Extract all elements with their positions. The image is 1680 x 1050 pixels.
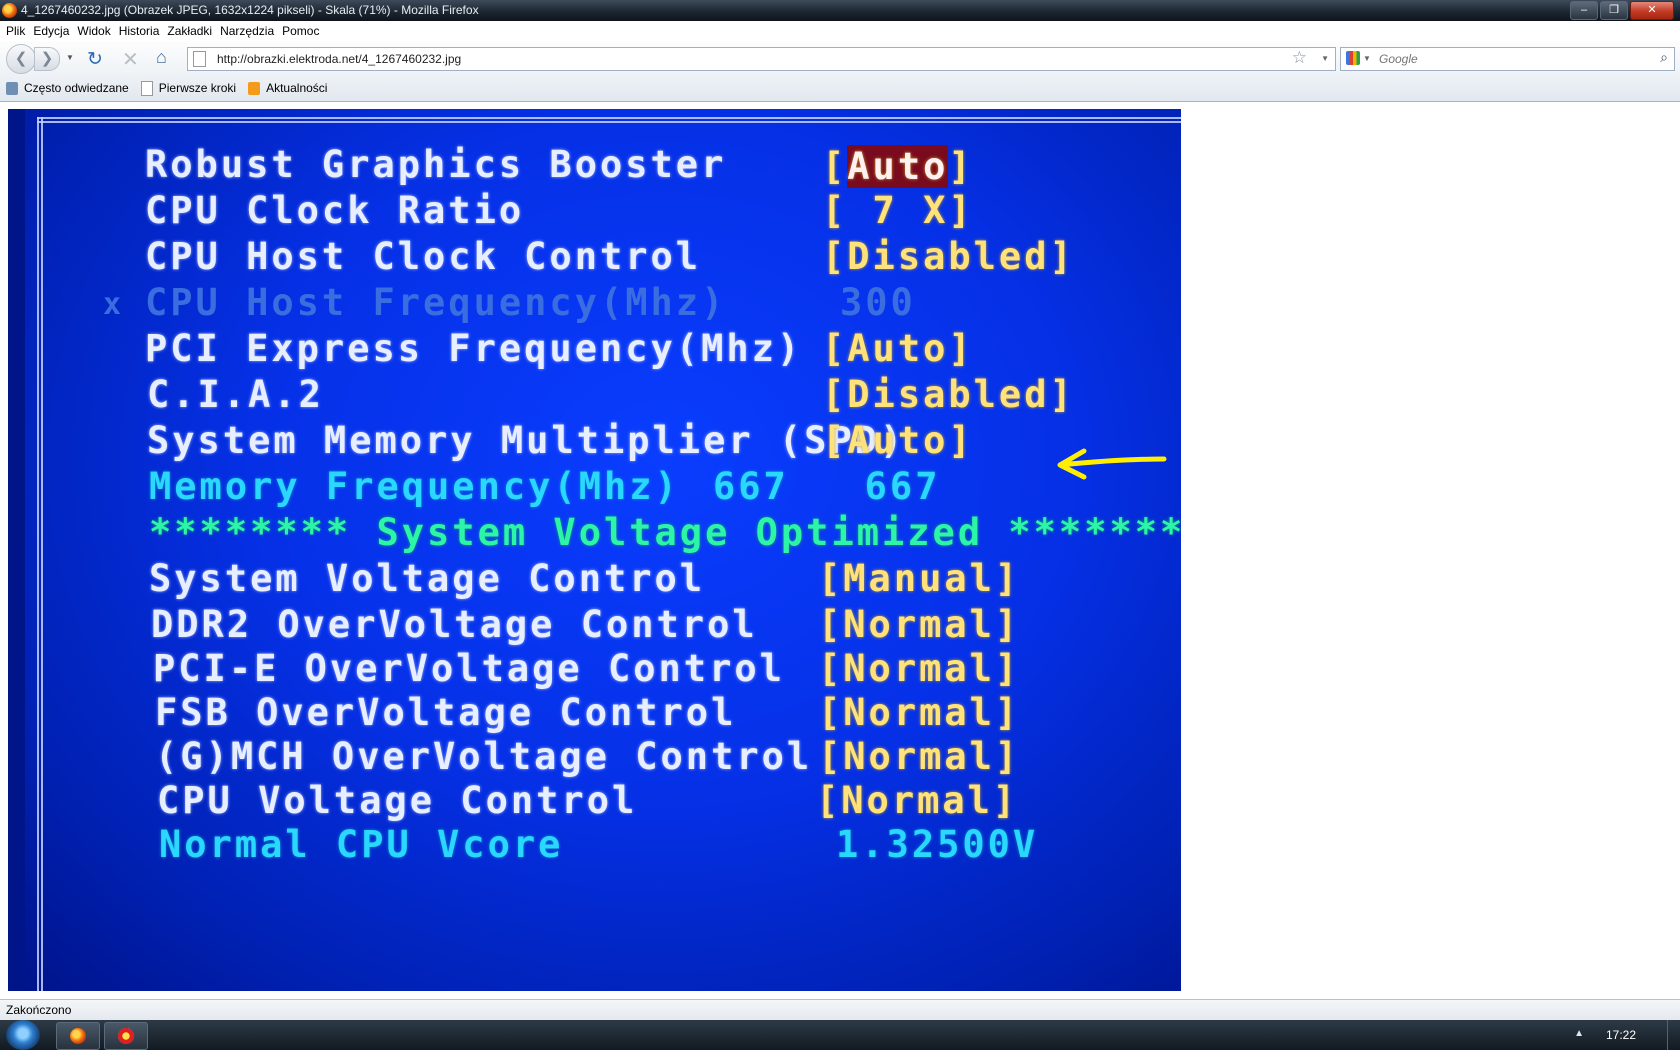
search-input[interactable] (1377, 50, 1651, 68)
bios-label: (G)MCH OverVoltage Control (155, 735, 813, 778)
arrow-left-icon: ❮ (14, 50, 28, 67)
google-icon[interactable] (1346, 51, 1360, 65)
reload-icon[interactable]: ↻ (87, 48, 103, 71)
bios-frame-left (37, 117, 43, 991)
bookmark-label: Aktualności (266, 81, 328, 95)
window-title: 4_1267460232.jpg (Obrazek JPEG, 1632x122… (21, 3, 479, 17)
bios-label-disabled: CPU Host Frequency(Mhz) (145, 281, 727, 324)
firefox-icon (70, 1028, 86, 1044)
back-button[interactable]: ❮ (6, 44, 36, 74)
bios-value: [Auto] (822, 145, 974, 188)
bracket-open: [ (822, 145, 848, 188)
search-engine-dropdown-icon[interactable]: ▼ (1363, 54, 1371, 63)
bios-label: DDR2 OverVoltage Control (151, 603, 758, 646)
bios-label: CPU Clock Ratio (145, 189, 525, 232)
menu-edycja[interactable]: Edycja (33, 24, 69, 38)
bios-value: [Normal] (818, 735, 1021, 778)
status-text: Zakończono (6, 1003, 72, 1017)
page-content: Robust Graphics Booster [Auto] CPU Clock… (0, 102, 1680, 999)
menu-bar: Plik Edycja Widok Historia Zakładki Narz… (0, 21, 1680, 41)
opera-icon (118, 1028, 134, 1044)
bios-value: [Normal] (816, 779, 1019, 822)
minimize-button[interactable]: – (1570, 1, 1598, 20)
url-text[interactable]: http://obrazki.elektroda.net/4_126746023… (217, 52, 461, 66)
menu-plik[interactable]: Plik (6, 24, 25, 38)
restore-button[interactable]: ❐ (1600, 1, 1628, 20)
bios-label: CPU Host Clock Control (145, 235, 702, 278)
bios-value-readonly: 667 667 (713, 465, 941, 508)
home-icon[interactable]: ⌂ (156, 47, 167, 68)
bookmark-label: Pierwsze kroki (158, 81, 237, 95)
bios-value: [Auto] (822, 327, 974, 370)
status-bar: Zakończono (0, 999, 1680, 1020)
url-dropdown-icon[interactable]: ▼ (1321, 54, 1329, 63)
bios-value: [Disabled] (822, 235, 1075, 278)
start-button[interactable] (6, 1020, 40, 1050)
bios-label: Robust Graphics Booster (145, 143, 727, 186)
bios-label: PCI Express Frequency(Mhz) (145, 327, 803, 370)
bios-value-disabled: 300 (840, 281, 916, 324)
bookmark-label: Często odwiedzane (24, 81, 129, 95)
menu-widok[interactable]: Widok (77, 24, 110, 38)
bios-label: PCI-E OverVoltage Control (153, 647, 785, 690)
bookmark-star-icon[interactable]: ☆ (1292, 48, 1307, 68)
bios-value: [ 7 X] (822, 189, 974, 232)
most-visited-icon (6, 81, 18, 95)
selected-value: Auto (847, 145, 949, 188)
menu-pomoc[interactable]: Pomoc (282, 24, 319, 38)
taskbar-firefox[interactable] (56, 1022, 100, 1050)
bios-value: [Normal] (818, 603, 1021, 646)
bios-frame-top (37, 117, 1181, 123)
search-icon[interactable]: ⌕ (1660, 49, 1668, 66)
rss-feed-icon (248, 81, 261, 95)
taskbar-clock[interactable]: 17:22 (1606, 1028, 1636, 1042)
bios-value: [Manual] (818, 557, 1021, 600)
close-button[interactable]: ✕ (1630, 1, 1674, 20)
tray-expand-icon[interactable]: ▲ (1574, 1028, 1584, 1039)
disabled-mark: x (103, 287, 125, 322)
window-title-bar: 4_1267460232.jpg (Obrazek JPEG, 1632x122… (0, 0, 1680, 21)
bios-screen: Robust Graphics Booster [Auto] CPU Clock… (25, 109, 1181, 991)
url-bar[interactable]: http://obrazki.elektroda.net/4_126746023… (187, 47, 1336, 71)
bookmarks-toolbar: Często odwiedzane Pierwsze kroki Aktualn… (0, 75, 1680, 102)
bios-value: [Normal] (818, 691, 1021, 734)
bios-label: CPU Voltage Control (157, 779, 638, 822)
bios-value-readonly: 1.32500V (836, 823, 1039, 866)
navigation-toolbar: ❮ ❯ ▼ ↻ ✕ ⌂ http://obrazki.elektroda.net… (0, 41, 1680, 75)
bios-label-readonly: Normal CPU Vcore (159, 823, 564, 866)
bios-value: [Disabled] (822, 373, 1075, 416)
history-dropdown-icon[interactable]: ▼ (66, 53, 74, 62)
bookmark-most-visited[interactable]: Często odwiedzane (6, 81, 129, 95)
stop-icon[interactable]: ✕ (122, 47, 139, 72)
bios-label: C.I.A.2 (147, 373, 324, 416)
bios-label: FSB OverVoltage Control (155, 691, 737, 734)
bios-label: System Voltage Control (149, 557, 706, 600)
highlight-arrow (1057, 448, 1167, 480)
displayed-image[interactable]: Robust Graphics Booster [Auto] CPU Clock… (8, 109, 1181, 991)
show-desktop-button[interactable] (1667, 1020, 1680, 1050)
bookmark-news[interactable]: Aktualności (248, 81, 327, 95)
arrow-right-icon: ❯ (40, 50, 54, 67)
bios-label: System Memory Multiplier (SPD) (147, 419, 906, 462)
firefox-icon[interactable] (2, 3, 17, 18)
page-icon (193, 51, 206, 67)
bios-value: [Auto] (822, 419, 974, 462)
bracket-close: ] (948, 145, 974, 188)
bios-section-header: ******** System Voltage Optimized ******… (149, 511, 1181, 554)
menu-zakladki[interactable]: Zakładki (167, 24, 212, 38)
taskbar: ▲ 17:22 (0, 1020, 1680, 1050)
search-bar[interactable]: ▼ ⌕ (1340, 47, 1675, 71)
page-icon (140, 80, 153, 96)
bookmark-getting-started[interactable]: Pierwsze kroki (140, 80, 237, 96)
bios-value: [Normal] (818, 647, 1021, 690)
bios-label-readonly: Memory Frequency(Mhz) (149, 465, 680, 508)
taskbar-opera[interactable] (104, 1022, 148, 1050)
menu-narzedzia[interactable]: Narzędzia (220, 24, 274, 38)
menu-historia[interactable]: Historia (119, 24, 160, 38)
forward-button[interactable]: ❯ (34, 47, 60, 71)
